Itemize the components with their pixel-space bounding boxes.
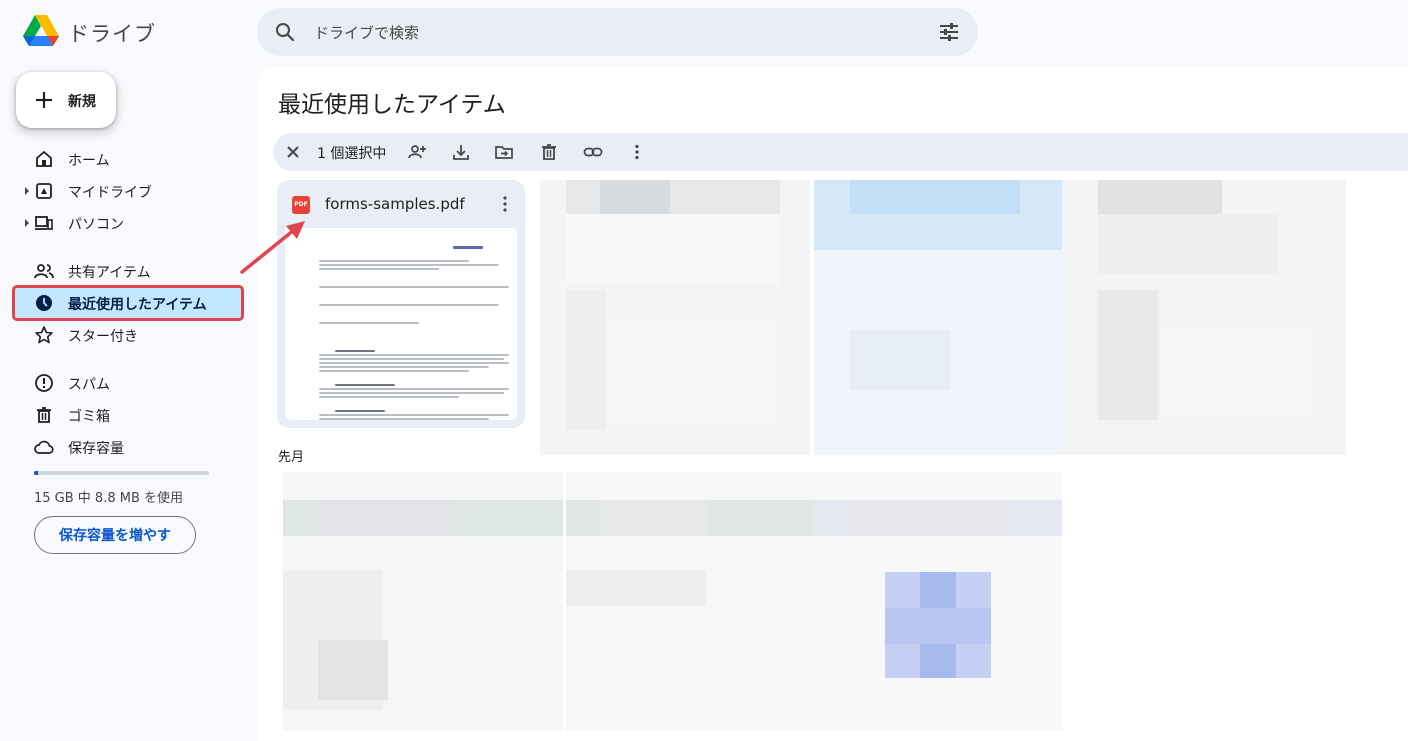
thumb-text-line — [319, 358, 504, 360]
sidebar-item-label: マイドライブ — [68, 185, 152, 201]
thumb-text-line — [319, 304, 499, 306]
blurred-tile-block — [850, 500, 1010, 536]
sidebar-item-label: 共有アイテム — [68, 265, 151, 281]
move-to-folder-icon[interactable] — [494, 142, 514, 162]
star-icon — [35, 326, 53, 344]
spam-icon — [35, 374, 53, 392]
sidebar-item-label: ゴミ箱 — [68, 409, 110, 425]
thumb-text-line — [319, 392, 504, 394]
drive-logo-icon — [23, 15, 59, 46]
expand-arrow-icon[interactable] — [25, 219, 29, 227]
recent-clock-icon — [36, 295, 52, 311]
close-icon[interactable] — [283, 142, 303, 162]
thumb-text-line — [319, 388, 509, 390]
delete-trash-icon[interactable] — [539, 142, 559, 162]
sidebar-item-shared[interactable]: 共有アイテム — [14, 255, 242, 287]
plus-icon — [36, 92, 52, 108]
thumb-text-line — [319, 286, 509, 288]
cloud-icon — [34, 440, 54, 454]
sidebar-item-label: 最近使用したアイテム — [68, 297, 207, 313]
file-thumbnail[interactable] — [285, 228, 517, 420]
blurred-tile-block — [1098, 214, 1278, 274]
new-button[interactable]: 新規 — [16, 72, 116, 128]
selection-toolbar: 1 個選択中 — [273, 133, 1408, 171]
sidebar-item-trash[interactable]: ゴミ箱 — [14, 399, 242, 431]
file-name: forms-samples.pdf — [325, 195, 465, 213]
thumb-text-line — [319, 396, 459, 398]
download-icon[interactable] — [451, 142, 471, 162]
sidebar-item-label: スター付き — [68, 329, 138, 345]
thumb-text-line — [319, 414, 509, 416]
page-title: 最近使用したアイテム — [278, 92, 506, 118]
sidebar-item-storage[interactable]: 保存容量 — [14, 431, 242, 463]
section-header-last-month: 先月 — [278, 450, 305, 465]
blurred-tile-block — [318, 640, 388, 700]
sidebar-item-label: 保存容量 — [68, 441, 124, 457]
my-drive-icon — [36, 183, 52, 199]
blurred-tile-block — [600, 500, 710, 536]
thumb-text-line — [319, 362, 509, 364]
blurred-tile-block — [318, 500, 458, 536]
computers-icon — [35, 216, 53, 230]
sidebar-item-label: パソコン — [68, 217, 124, 233]
search-icon[interactable] — [273, 20, 297, 44]
thumb-text-line — [319, 268, 439, 270]
sidebar-item-my-drive[interactable]: マイドライブ — [14, 175, 242, 207]
search-input[interactable]: ドライブで検索 — [314, 22, 419, 43]
sidebar-item-recent[interactable]: 最近使用したアイテム — [12, 285, 244, 321]
thumb-text-line — [319, 366, 489, 368]
thumb-text-line — [319, 418, 489, 420]
blurred-tile-block — [1098, 180, 1222, 214]
thumb-text-line — [319, 370, 469, 372]
sidebar-item-spam[interactable]: スパム — [14, 367, 242, 399]
storage-usage-bar — [34, 471, 209, 475]
storage-usage-text: 15 GB 中 8.8 MB を使用 — [34, 491, 184, 506]
new-button-label: 新規 — [68, 94, 96, 110]
thumb-logo — [453, 246, 483, 249]
annotation-arrow-icon — [240, 221, 305, 274]
thumb-text-line — [335, 410, 385, 412]
blurred-tile-block — [600, 180, 670, 214]
trash-icon — [37, 407, 51, 423]
blurred-tile-block — [606, 320, 776, 420]
home-icon — [36, 150, 52, 167]
thumb-text-line — [319, 322, 419, 324]
get-more-storage-button[interactable]: 保存容量を増やす — [34, 516, 196, 554]
blurred-tile-block — [566, 290, 606, 430]
copy-link-icon[interactable] — [583, 142, 603, 162]
blurred-tile-block — [566, 570, 706, 606]
thumb-text-line — [335, 350, 375, 352]
sidebar-item-home[interactable]: ホーム — [14, 143, 242, 175]
search-bar[interactable]: ドライブで検索 — [257, 8, 978, 56]
file-more-icon[interactable] — [494, 193, 516, 215]
sidebar-item-label: ホーム — [68, 153, 110, 169]
expand-arrow-icon[interactable] — [25, 187, 29, 195]
sidebar-item-computers[interactable]: パソコン — [14, 207, 242, 239]
thumb-text-line — [335, 384, 395, 386]
share-add-person-icon[interactable] — [407, 142, 427, 162]
blurred-tile-block — [850, 330, 950, 390]
search-options-icon[interactable] — [937, 20, 961, 44]
storage-usage-fill — [34, 471, 38, 475]
app-title: ドライブ — [68, 22, 156, 46]
thumb-text-line — [319, 264, 499, 266]
blurred-tile-block — [885, 608, 991, 644]
selection-count: 1 個選択中 — [317, 146, 387, 162]
thumb-text-line — [319, 354, 509, 356]
blurred-tile-block — [850, 180, 1020, 214]
blurred-tile-block — [1098, 290, 1158, 420]
blurred-tile-block — [566, 180, 780, 214]
sidebar-item-starred[interactable]: スター付き — [14, 319, 242, 351]
sidebar-item-label: スパム — [68, 377, 110, 393]
shared-icon — [34, 264, 54, 279]
thumb-text-line — [319, 260, 469, 262]
blurred-tile-block — [566, 214, 780, 284]
blurred-tile-block — [1160, 330, 1310, 410]
more-actions-icon[interactable] — [627, 142, 647, 162]
